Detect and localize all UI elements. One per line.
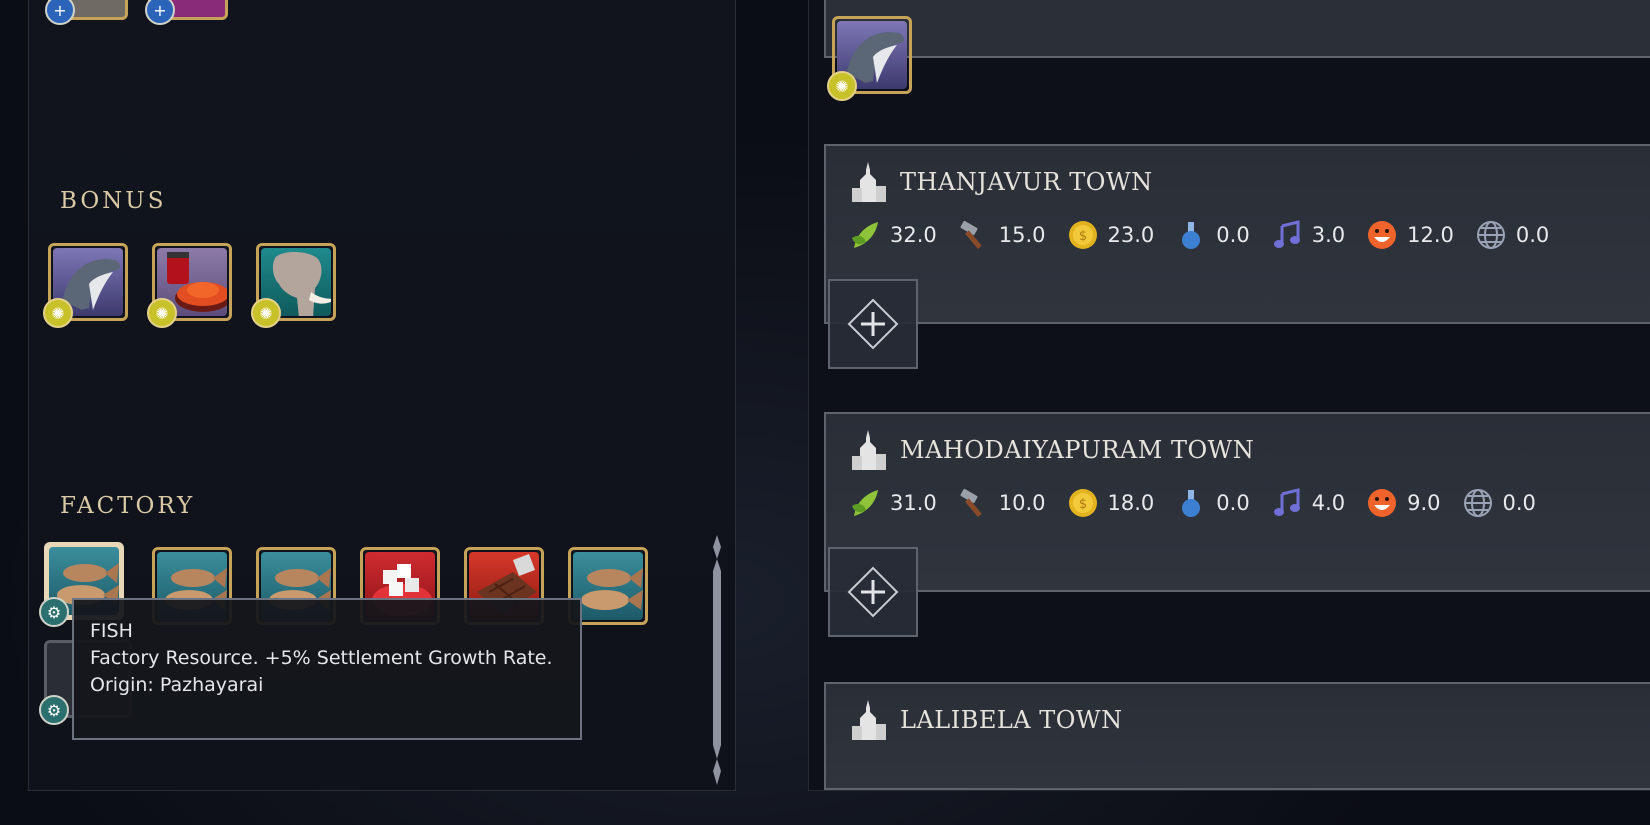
town-yields: 31.0 10.0 $18.0 0.0 4.0 9.0 0.0 bbox=[848, 486, 1556, 520]
happiness-face-icon bbox=[1365, 486, 1399, 520]
hammer-icon bbox=[957, 486, 991, 520]
music-note-icon bbox=[1270, 486, 1304, 520]
town-church-icon bbox=[852, 430, 886, 470]
yield-science: 0.0 bbox=[1174, 486, 1250, 520]
flask-icon bbox=[1174, 486, 1208, 520]
tooltip-description: Factory Resource. +5% Settlement Growth … bbox=[90, 647, 553, 669]
hammer-icon bbox=[957, 218, 991, 252]
yield-production: 15.0 bbox=[957, 218, 1046, 252]
town-name: THANJAVUR TOWN bbox=[900, 168, 1153, 196]
yield-influence: 0.0 bbox=[1461, 486, 1536, 520]
flask-icon bbox=[1174, 218, 1208, 252]
bonus-badge-icon: ✺ bbox=[251, 298, 281, 328]
factory-badge-icon: ⚙ bbox=[39, 597, 69, 627]
globe-icon bbox=[1461, 486, 1495, 520]
food-icon bbox=[848, 486, 882, 520]
plus-diamond-icon bbox=[847, 566, 899, 618]
factory-section-label: FACTORY bbox=[60, 493, 196, 519]
settlement-card-previous bbox=[824, 0, 1650, 58]
food-icon bbox=[848, 218, 882, 252]
bonus-badge-icon: ✺ bbox=[827, 71, 857, 101]
plus-diamond-icon bbox=[847, 298, 899, 350]
town-card-thanjavur: THANJAVUR TOWN 32.0 15.0 $23.0 0.0 3.0 1… bbox=[824, 144, 1650, 369]
yield-culture: 4.0 bbox=[1270, 486, 1345, 520]
yield-food: 31.0 bbox=[848, 486, 937, 520]
yield-production: 10.0 bbox=[957, 486, 1046, 520]
add-resource-button[interactable] bbox=[828, 279, 918, 369]
add-resource-button[interactable] bbox=[828, 547, 918, 637]
settlements-list bbox=[808, 0, 1650, 791]
yield-gold: $23.0 bbox=[1066, 218, 1154, 252]
yield-food: 32.0 bbox=[848, 218, 937, 252]
tooltip-title: FISH bbox=[90, 620, 133, 642]
globe-icon bbox=[1474, 218, 1508, 252]
town-name: LALIBELA TOWN bbox=[900, 706, 1123, 734]
resource-whale-assigned[interactable]: ✺ bbox=[827, 16, 912, 101]
factory-badge-icon: ⚙ bbox=[39, 695, 69, 725]
resource-slot-top-1[interactable]: + bbox=[45, 0, 128, 25]
music-note-icon bbox=[1270, 218, 1304, 252]
resource-spices[interactable]: ✺ bbox=[147, 243, 232, 328]
bonus-badge-icon: ✺ bbox=[147, 298, 177, 328]
svg-text:$: $ bbox=[1078, 497, 1086, 512]
yield-culture: 3.0 bbox=[1270, 218, 1345, 252]
resource-ivory[interactable]: ✺ bbox=[251, 243, 336, 328]
fish-icon bbox=[581, 568, 643, 610]
resource-tooltip: FISH Factory Resource. +5% Settlement Gr… bbox=[72, 598, 582, 740]
gold-coin-icon: $ bbox=[1066, 218, 1100, 252]
gold-coin-icon: $ bbox=[1066, 486, 1100, 520]
happiness-face-icon bbox=[1365, 218, 1399, 252]
town-card-lalibela: LALIBELA TOWN bbox=[824, 682, 1650, 790]
bonus-badge-icon: ✺ bbox=[43, 298, 73, 328]
yield-science: 0.0 bbox=[1174, 218, 1250, 252]
town-church-icon bbox=[852, 700, 886, 740]
town-yields: 32.0 15.0 $23.0 0.0 3.0 12.0 0.0 bbox=[848, 218, 1569, 252]
town-card-mahodaiyapuram: MAHODAIYAPURAM TOWN 31.0 10.0 $18.0 0.0 … bbox=[824, 412, 1650, 637]
town-name: MAHODAIYAPURAM TOWN bbox=[900, 436, 1255, 464]
town-church-icon bbox=[852, 162, 886, 202]
yield-happiness: 9.0 bbox=[1365, 486, 1441, 520]
tooltip-origin: Origin: Pazhayarai bbox=[90, 674, 264, 696]
yield-gold: $18.0 bbox=[1066, 486, 1154, 520]
scrollbar[interactable] bbox=[710, 535, 724, 785]
resource-slot-top-2[interactable]: + bbox=[145, 0, 228, 25]
bonus-section-label: BONUS bbox=[60, 188, 167, 214]
resource-whale[interactable]: ✺ bbox=[43, 243, 128, 328]
svg-text:$: $ bbox=[1078, 229, 1086, 244]
yield-happiness: 12.0 bbox=[1365, 218, 1454, 252]
yield-influence: 0.0 bbox=[1474, 218, 1549, 252]
